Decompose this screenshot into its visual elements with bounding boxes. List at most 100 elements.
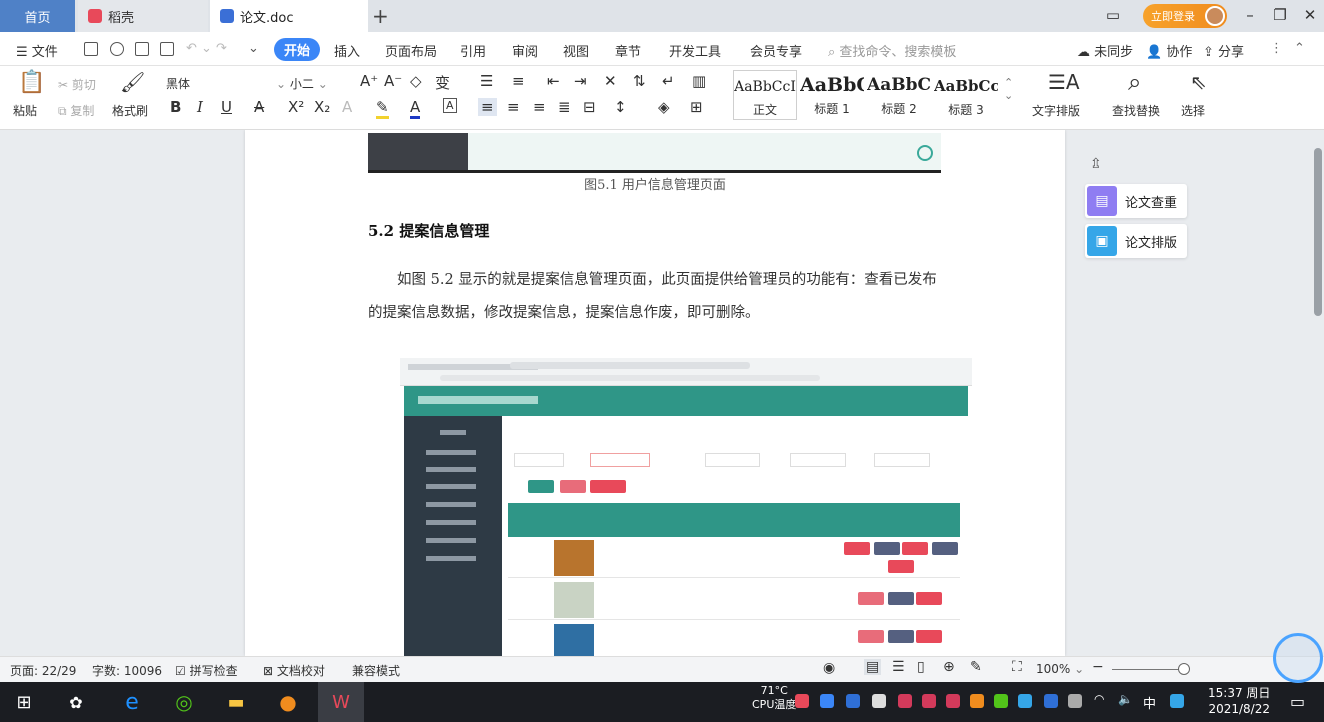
style-normal[interactable]: AaBbCcI 正文 [733, 70, 797, 120]
page-count[interactable]: 页面: 22/29 [10, 662, 76, 679]
avatar[interactable] [1205, 6, 1225, 26]
fit-page-icon[interactable]: ⛶ [1012, 659, 1022, 675]
print-icon[interactable] [135, 42, 149, 56]
numbered-list-icon[interactable]: ≡ [512, 72, 525, 90]
outline-view-icon[interactable]: ☰ [892, 659, 905, 675]
tab-insert[interactable]: 插入 [334, 41, 360, 60]
justify-icon[interactable]: ≣ [558, 98, 571, 116]
shading-icon[interactable]: ◈ [658, 98, 670, 116]
shield-icon[interactable] [846, 694, 860, 708]
collab-button[interactable]: 👤 协作 [1146, 41, 1192, 60]
grow-font-icon[interactable]: A⁺ [360, 72, 378, 90]
tray-app-icon[interactable] [946, 694, 960, 708]
doc-proof-button[interactable]: ⊠ 文档校对 [263, 662, 325, 679]
tab-developer[interactable]: 开发工具 [669, 41, 721, 60]
tray-app-icon[interactable] [795, 694, 809, 708]
paste-button[interactable]: 粘贴 [13, 102, 37, 119]
tray-app-icon[interactable] [922, 694, 936, 708]
fan-app-icon[interactable]: ✿ [60, 686, 92, 718]
style-heading-1[interactable]: AaBbC 标题 1 [800, 70, 864, 120]
tray-app-icon[interactable] [898, 694, 912, 708]
vertical-scrollbar[interactable] [1313, 130, 1323, 656]
panel-collapse-icon[interactable]: ⇫ [1090, 156, 1102, 172]
text-layout-icon[interactable]: ☰A [1048, 70, 1080, 94]
minimize-button[interactable]: – [1240, 6, 1260, 24]
find-icon[interactable]: ⌕ [1128, 68, 1141, 96]
italic-icon[interactable]: I [197, 98, 203, 116]
print-preview-icon[interactable] [160, 42, 174, 56]
layout-icon[interactable]: ▭ [1103, 6, 1123, 24]
cpu-temp-widget[interactable]: 71°C CPU温度 [752, 684, 796, 712]
font-name-select[interactable]: 黑体 [166, 75, 270, 92]
borders-icon[interactable]: ⊞ [690, 98, 703, 116]
save-icon[interactable] [84, 42, 98, 56]
subscript-icon[interactable]: X₂ [314, 98, 330, 116]
ime-indicator[interactable]: 中 [1143, 693, 1156, 712]
new-tab-button[interactable]: + [372, 4, 389, 28]
thesis-layout-button[interactable]: ▣ 论文排版 [1085, 224, 1187, 258]
tab-docer[interactable]: 稻壳 [78, 0, 208, 32]
highlight-icon[interactable]: ✎ [376, 98, 389, 119]
ie-browser-icon[interactable]: e [116, 686, 148, 718]
decrease-indent-icon[interactable]: ⇤ [547, 72, 560, 90]
copy-button[interactable]: ⧉ 复制 [58, 102, 94, 119]
brush-icon[interactable]: 🖌 [120, 70, 145, 94]
style-heading-2[interactable]: AaBbC 标题 2 [867, 70, 931, 120]
cursor-icon[interactable]: ⇖ [1190, 70, 1207, 94]
char-border-icon[interactable]: A [443, 98, 457, 113]
tab-document[interactable]: 论文.doc [210, 0, 368, 32]
select-button[interactable]: 选择 [1181, 102, 1205, 119]
line-spacing-icon[interactable]: ↕ [614, 98, 627, 116]
system-clock[interactable]: 15:37 周日 2021/8/22 [1208, 685, 1270, 717]
wps-taskbar-icon[interactable]: W [318, 682, 364, 722]
show-marks-icon[interactable]: ↵ [662, 72, 675, 90]
windows-start-icon[interactable]: ⊞ [8, 686, 40, 718]
scrollbar-thumb[interactable] [1314, 148, 1322, 316]
bell-icon[interactable] [872, 694, 886, 708]
word-count[interactable]: 字数: 10096 [92, 662, 162, 679]
align-left-icon[interactable]: ≡ [478, 98, 497, 116]
clipboard-icon[interactable]: 📋 [18, 70, 45, 95]
page-view-icon[interactable]: ▤ [864, 659, 882, 675]
zoom-slider-handle[interactable] [1178, 663, 1190, 675]
browser-360-icon[interactable]: ◎ [168, 686, 200, 718]
tab-review[interactable]: 审阅 [512, 41, 538, 60]
thesis-check-button[interactable]: ▤ 论文查重 [1085, 184, 1187, 218]
restore-button[interactable]: ❐ [1270, 6, 1290, 24]
strikethrough-icon[interactable]: A [254, 98, 264, 116]
align-center-icon[interactable]: ≡ [507, 98, 520, 116]
collapse-ribbon-icon[interactable]: ⌃ [1294, 41, 1305, 56]
tray-app-icon[interactable] [1018, 694, 1032, 708]
bullet-list-icon[interactable]: ☰ [480, 72, 493, 90]
sync-button[interactable]: ☁ 未同步 [1077, 41, 1133, 60]
tray-app-icon[interactable] [820, 694, 834, 708]
styles-scroll-icon[interactable]: ⌃ ⌄ [1004, 76, 1013, 102]
volume-icon[interactable]: 🔈 [1118, 692, 1133, 706]
distributed-icon[interactable]: ⊟ [583, 98, 596, 116]
close-button[interactable]: ✕ [1300, 6, 1320, 24]
zoom-out-icon[interactable]: − [1092, 659, 1104, 675]
tab-chapter[interactable]: 章节 [615, 41, 641, 60]
tray-app-icon[interactable] [970, 694, 984, 708]
font-size-select[interactable]: ⌄ 小二 ⌄ [276, 75, 328, 92]
command-search[interactable]: ⌕ 查找命令、搜索模板 [828, 41, 956, 60]
tab-start[interactable]: 开始 [274, 38, 321, 61]
superscript-icon[interactable]: X² [288, 98, 304, 116]
tab-stops-icon[interactable]: ▥ [692, 72, 706, 90]
spell-check-button[interactable]: ☑ 拼写检查 [175, 662, 238, 679]
eye-protection-icon[interactable]: ◉ [823, 660, 835, 676]
text-layout-button[interactable]: 文字排版 [1032, 102, 1080, 119]
wechat-icon[interactable] [994, 694, 1008, 708]
undo-history-icon[interactable] [110, 42, 124, 56]
quick-access-dropdown-icon[interactable]: ⌄ [248, 41, 259, 56]
align-right-icon[interactable]: ≡ [533, 98, 546, 116]
more-icon[interactable]: ⋮ [1270, 41, 1283, 56]
web-view-icon[interactable]: ⊕ [943, 659, 955, 675]
style-heading-3[interactable]: AaBbCcl 标题 3 [934, 70, 998, 120]
write-view-icon[interactable]: ✎ [970, 659, 982, 675]
tab-view[interactable]: 视图 [563, 41, 589, 60]
zoom-level[interactable]: 100% ⌄ [1036, 662, 1084, 676]
clear-format-icon[interactable]: ◇ [410, 72, 422, 90]
underline-icon[interactable]: U [221, 98, 232, 116]
tab-member[interactable]: 会员专享 [750, 41, 802, 60]
